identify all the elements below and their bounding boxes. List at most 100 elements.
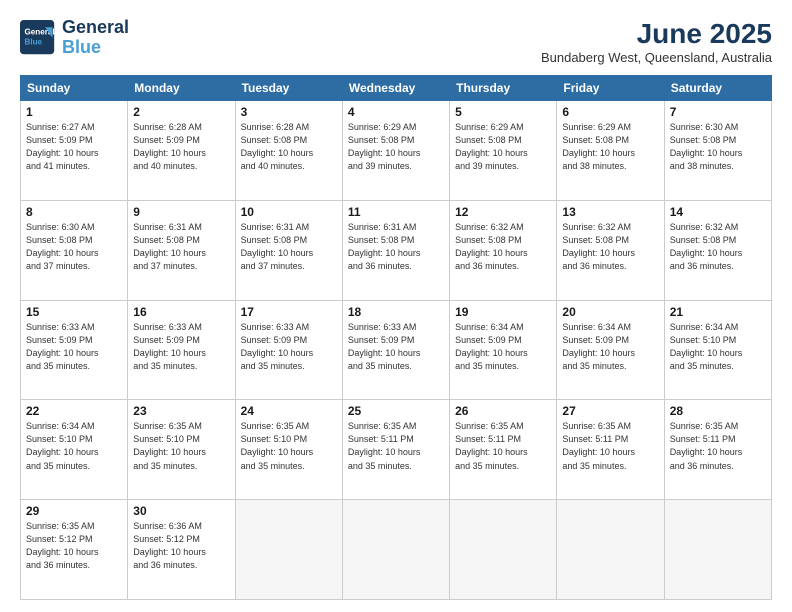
day-number: 14	[670, 205, 766, 219]
table-row: 28 Sunrise: 6:35 AM Sunset: 5:11 PM Dayli…	[664, 400, 771, 500]
day-number: 15	[26, 305, 122, 319]
day-number: 9	[133, 205, 229, 219]
calendar: Sunday Monday Tuesday Wednesday Thursday…	[20, 75, 772, 600]
main-title: June 2025	[541, 18, 772, 50]
day-number: 24	[241, 404, 337, 418]
header: General Blue General Blue June 2025 Bund…	[20, 18, 772, 65]
table-row: 12 Sunrise: 6:32 AM Sunset: 5:08 PM Dayli…	[450, 200, 557, 300]
day-number: 12	[455, 205, 551, 219]
day-number: 20	[562, 305, 658, 319]
day-info: Sunrise: 6:31 AM Sunset: 5:08 PM Dayligh…	[241, 221, 337, 273]
day-info: Sunrise: 6:28 AM Sunset: 5:08 PM Dayligh…	[241, 121, 337, 173]
day-number: 27	[562, 404, 658, 418]
header-row: Sunday Monday Tuesday Wednesday Thursday…	[21, 76, 772, 101]
day-info: Sunrise: 6:35 AM Sunset: 5:12 PM Dayligh…	[26, 520, 122, 572]
logo: General Blue General Blue	[20, 18, 129, 58]
table-row: 21 Sunrise: 6:34 AM Sunset: 5:10 PM Dayli…	[664, 300, 771, 400]
day-info: Sunrise: 6:34 AM Sunset: 5:10 PM Dayligh…	[26, 420, 122, 472]
table-row	[450, 500, 557, 600]
day-info: Sunrise: 6:34 AM Sunset: 5:10 PM Dayligh…	[670, 321, 766, 373]
svg-text:Blue: Blue	[25, 37, 43, 46]
col-sunday: Sunday	[21, 76, 128, 101]
day-number: 26	[455, 404, 551, 418]
day-number: 28	[670, 404, 766, 418]
subtitle: Bundaberg West, Queensland, Australia	[541, 50, 772, 65]
day-number: 19	[455, 305, 551, 319]
logo-icon: General Blue	[20, 20, 56, 56]
day-number: 22	[26, 404, 122, 418]
table-row: 6 Sunrise: 6:29 AM Sunset: 5:08 PM Daylig…	[557, 101, 664, 201]
day-info: Sunrise: 6:35 AM Sunset: 5:11 PM Dayligh…	[562, 420, 658, 472]
day-number: 23	[133, 404, 229, 418]
day-info: Sunrise: 6:27 AM Sunset: 5:09 PM Dayligh…	[26, 121, 122, 173]
logo-line1: General	[62, 18, 129, 38]
col-tuesday: Tuesday	[235, 76, 342, 101]
day-info: Sunrise: 6:36 AM Sunset: 5:12 PM Dayligh…	[133, 520, 229, 572]
table-row: 18 Sunrise: 6:33 AM Sunset: 5:09 PM Dayli…	[342, 300, 449, 400]
day-info: Sunrise: 6:34 AM Sunset: 5:09 PM Dayligh…	[455, 321, 551, 373]
table-row: 3 Sunrise: 6:28 AM Sunset: 5:08 PM Daylig…	[235, 101, 342, 201]
table-row	[235, 500, 342, 600]
day-info: Sunrise: 6:32 AM Sunset: 5:08 PM Dayligh…	[562, 221, 658, 273]
table-row: 14 Sunrise: 6:32 AM Sunset: 5:08 PM Dayli…	[664, 200, 771, 300]
table-row: 5Sunrise: 6:29 AM Sunset: 5:08 PM Daylig…	[450, 101, 557, 201]
day-number: 10	[241, 205, 337, 219]
day-info: Sunrise: 6:31 AM Sunset: 5:08 PM Dayligh…	[348, 221, 444, 273]
day-number: 4	[348, 105, 444, 119]
day-info: Sunrise: 6:35 AM Sunset: 5:11 PM Dayligh…	[348, 420, 444, 472]
table-row	[342, 500, 449, 600]
table-row: 26Sunrise: 6:35 AM Sunset: 5:11 PM Dayli…	[450, 400, 557, 500]
table-row	[664, 500, 771, 600]
day-number: 25	[348, 404, 444, 418]
day-number: 8	[26, 205, 122, 219]
table-row: 23 Sunrise: 6:35 AM Sunset: 5:10 PM Dayli…	[128, 400, 235, 500]
day-number: 13	[562, 205, 658, 219]
table-row: 7 Sunrise: 6:30 AM Sunset: 5:08 PM Daylig…	[664, 101, 771, 201]
day-info: Sunrise: 6:30 AM Sunset: 5:08 PM Dayligh…	[670, 121, 766, 173]
day-info: Sunrise: 6:29 AM Sunset: 5:08 PM Dayligh…	[562, 121, 658, 173]
day-info: Sunrise: 6:32 AM Sunset: 5:08 PM Dayligh…	[670, 221, 766, 273]
table-row: 9 Sunrise: 6:31 AM Sunset: 5:08 PM Daylig…	[128, 200, 235, 300]
day-info: Sunrise: 6:33 AM Sunset: 5:09 PM Dayligh…	[348, 321, 444, 373]
day-info: Sunrise: 6:33 AM Sunset: 5:09 PM Dayligh…	[133, 321, 229, 373]
table-row: 17 Sunrise: 6:33 AM Sunset: 5:09 PM Dayli…	[235, 300, 342, 400]
col-friday: Friday	[557, 76, 664, 101]
day-number: 16	[133, 305, 229, 319]
table-row: 24Sunrise: 6:35 AM Sunset: 5:10 PM Dayli…	[235, 400, 342, 500]
day-number: 1	[26, 105, 122, 119]
table-row: 16 Sunrise: 6:33 AM Sunset: 5:09 PM Dayli…	[128, 300, 235, 400]
table-row: 4 Sunrise: 6:29 AM Sunset: 5:08 PM Daylig…	[342, 101, 449, 201]
day-info: Sunrise: 6:29 AM Sunset: 5:08 PM Dayligh…	[348, 121, 444, 173]
table-row: 8 Sunrise: 6:30 AM Sunset: 5:08 PM Daylig…	[21, 200, 128, 300]
table-row: 29Sunrise: 6:35 AM Sunset: 5:12 PM Dayli…	[21, 500, 128, 600]
day-info: Sunrise: 6:35 AM Sunset: 5:11 PM Dayligh…	[670, 420, 766, 472]
logo-line2: Blue	[62, 38, 129, 58]
day-number: 30	[133, 504, 229, 518]
table-row: 25 Sunrise: 6:35 AM Sunset: 5:11 PM Dayli…	[342, 400, 449, 500]
title-block: June 2025 Bundaberg West, Queensland, Au…	[541, 18, 772, 65]
day-number: 3	[241, 105, 337, 119]
page: General Blue General Blue June 2025 Bund…	[0, 0, 792, 612]
day-info: Sunrise: 6:30 AM Sunset: 5:08 PM Dayligh…	[26, 221, 122, 273]
table-row: 15 Sunrise: 6:33 AM Sunset: 5:09 PM Dayli…	[21, 300, 128, 400]
col-wednesday: Wednesday	[342, 76, 449, 101]
col-monday: Monday	[128, 76, 235, 101]
col-saturday: Saturday	[664, 76, 771, 101]
table-row: 20Sunrise: 6:34 AM Sunset: 5:09 PM Dayli…	[557, 300, 664, 400]
table-row: 1 Sunrise: 6:27 AM Sunset: 5:09 PM Daylig…	[21, 101, 128, 201]
table-row: 22 Sunrise: 6:34 AM Sunset: 5:10 PM Dayli…	[21, 400, 128, 500]
day-info: Sunrise: 6:33 AM Sunset: 5:09 PM Dayligh…	[26, 321, 122, 373]
day-number: 17	[241, 305, 337, 319]
day-info: Sunrise: 6:33 AM Sunset: 5:09 PM Dayligh…	[241, 321, 337, 373]
day-info: Sunrise: 6:32 AM Sunset: 5:08 PM Dayligh…	[455, 221, 551, 273]
table-row: 30 Sunrise: 6:36 AM Sunset: 5:12 PM Dayli…	[128, 500, 235, 600]
table-row	[557, 500, 664, 600]
day-info: Sunrise: 6:35 AM Sunset: 5:10 PM Dayligh…	[133, 420, 229, 472]
day-info: Sunrise: 6:28 AM Sunset: 5:09 PM Dayligh…	[133, 121, 229, 173]
day-number: 18	[348, 305, 444, 319]
day-number: 6	[562, 105, 658, 119]
day-number: 7	[670, 105, 766, 119]
day-info: Sunrise: 6:31 AM Sunset: 5:08 PM Dayligh…	[133, 221, 229, 273]
col-thursday: Thursday	[450, 76, 557, 101]
day-number: 21	[670, 305, 766, 319]
